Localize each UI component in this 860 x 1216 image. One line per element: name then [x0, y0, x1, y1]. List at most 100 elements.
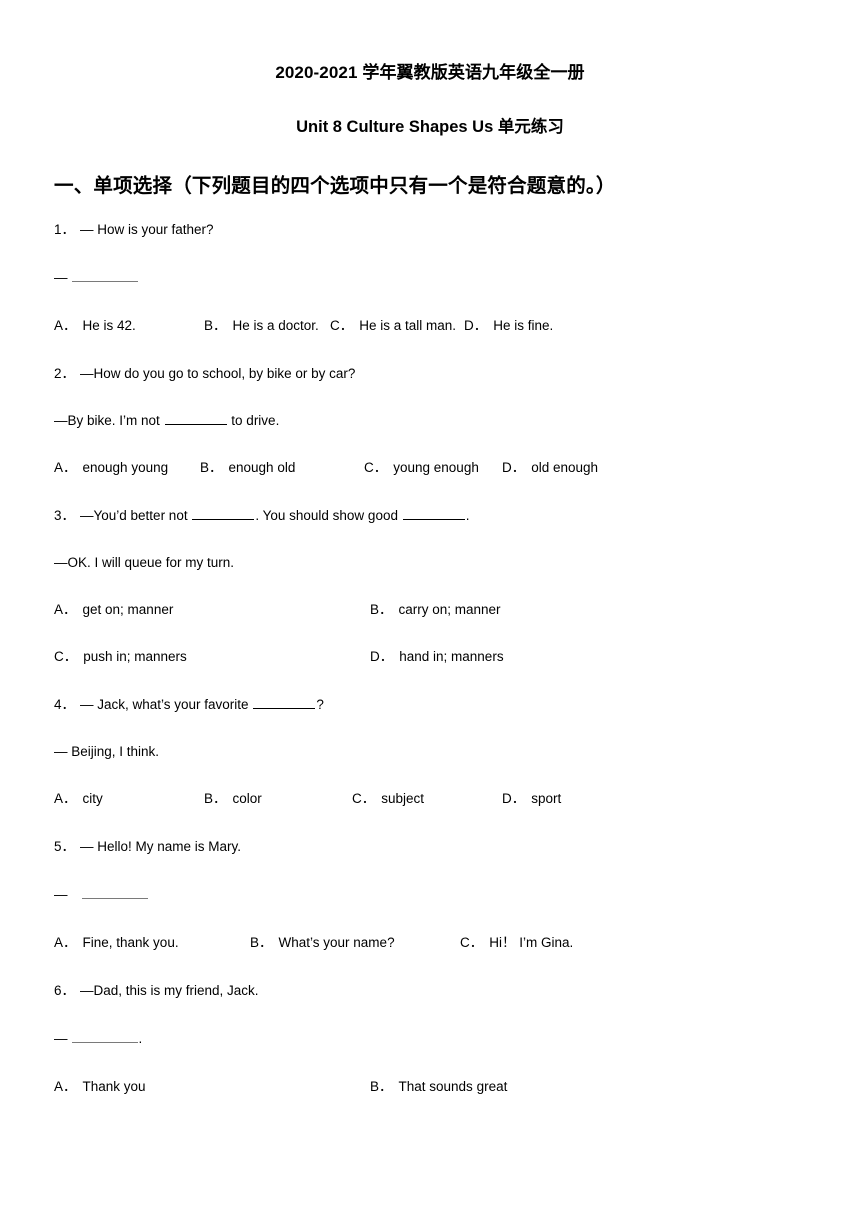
- question-2-option-c[interactable]: C． young enough: [364, 460, 479, 477]
- question-6-option-b[interactable]: B． That sounds great: [370, 1079, 507, 1096]
- question-3-number: 3．: [54, 507, 76, 523]
- option-letter: D．: [370, 648, 394, 664]
- question-3-reply-line: —OK. I will queue for my turn.: [54, 554, 235, 570]
- question-5-option-c[interactable]: C． Hi！ I’m Gina.: [460, 935, 573, 952]
- question-3: 3． —You’d better not . You should show go…: [52, 508, 808, 697]
- option-text: sport: [531, 790, 562, 806]
- question-2-blank[interactable]: [164, 423, 227, 425]
- question-3-blank-1[interactable]: [192, 518, 255, 520]
- option-text: young enough: [393, 459, 479, 475]
- option-letter: C．: [460, 934, 484, 950]
- question-3-stem-part1: —You’d better not: [80, 507, 192, 523]
- question-4: 4． — Jack, what’s your favorite ? — Beiji…: [52, 697, 808, 839]
- question-1-option-b[interactable]: B． He is a doctor.: [204, 318, 319, 335]
- option-letter: A．: [54, 601, 77, 617]
- question-4-stem-part2: ?: [316, 696, 324, 712]
- question-2: 2． —How do you go to school, by bike or b…: [52, 366, 808, 508]
- option-letter: C．: [364, 459, 388, 475]
- question-3-stem-part2: . You should show good: [255, 507, 402, 523]
- question-4-reply-line: — Beijing, I think.: [54, 743, 160, 759]
- question-1-stem-text: — How is your father?: [80, 221, 214, 237]
- question-5-option-b[interactable]: B． What’s your name?: [250, 935, 395, 952]
- question-1-option-c[interactable]: C． He is a tall man.: [330, 318, 456, 335]
- option-text: He is 42.: [82, 317, 136, 333]
- question-3-options-row-2: C． push in; manners D． hand in; manners: [52, 649, 808, 666]
- question-2-reply-line: —By bike. I’m not to drive.: [52, 413, 808, 430]
- question-3-options-row-1: A． get on; manner B． carry on; manner: [52, 602, 808, 619]
- question-1-options: A． He is 42. B． He is a doctor. C． He is a …: [52, 318, 808, 335]
- question-6-option-a[interactable]: A． Thank you: [54, 1079, 146, 1096]
- question-1-dash: —: [54, 269, 68, 285]
- option-text: push in; manners: [83, 648, 187, 664]
- option-letter: A．: [54, 790, 77, 806]
- document-page: 2020-2021 学年翼教版英语九年级全一册 Unit 8 Culture S…: [0, 0, 860, 1216]
- question-4-option-c[interactable]: C． subject: [352, 791, 424, 808]
- question-6-blank[interactable]: [71, 1041, 138, 1043]
- document-subtitle: Unit 8 Culture Shapes Us 单元练习: [296, 117, 564, 136]
- option-letter: A．: [54, 934, 77, 950]
- document-title: 2020-2021 学年翼教版英语九年级全一册: [275, 63, 585, 82]
- question-2-options: A． enough young B． enough old C． young enou…: [52, 460, 808, 477]
- option-letter: C．: [330, 317, 354, 333]
- question-4-options: A． city B． color C． subject D． sport: [52, 791, 808, 808]
- option-letter: D．: [502, 790, 526, 806]
- question-5-option-a[interactable]: A． Fine, thank you.: [54, 935, 179, 952]
- question-1-answer-line: —: [52, 270, 808, 287]
- question-3-stem: 3． —You’d better not . You should show go…: [52, 508, 808, 525]
- question-2-reply-after: to drive.: [227, 412, 280, 428]
- question-5-options: A． Fine, thank you. B． What’s your name? C…: [52, 935, 808, 952]
- question-1-number: 1．: [54, 221, 76, 237]
- option-letter: A．: [54, 1078, 77, 1094]
- question-3-option-b[interactable]: B． carry on; manner: [370, 602, 501, 619]
- question-3-blank-2[interactable]: [402, 518, 465, 520]
- question-5-stem: 5． — Hello! My name is Mary.: [52, 839, 808, 856]
- question-6: 6． —Dad, this is my friend, Jack. —. A． Th…: [52, 983, 808, 1096]
- question-1-option-a[interactable]: A． He is 42.: [54, 318, 136, 335]
- option-text: Fine, thank you.: [82, 934, 179, 950]
- question-2-option-a[interactable]: A． enough young: [54, 460, 168, 477]
- question-6-dash: —: [54, 1030, 68, 1046]
- question-6-stem-text: —Dad, this is my friend, Jack.: [80, 982, 259, 998]
- question-2-stem-text: —How do you go to school, by bike or by …: [80, 365, 356, 381]
- question-5-dash: —: [54, 886, 68, 902]
- question-3-option-d[interactable]: D． hand in; manners: [370, 649, 504, 666]
- question-4-blank[interactable]: [253, 707, 316, 709]
- question-5-answer-line: —: [52, 887, 808, 904]
- question-6-answer-line: —.: [52, 1031, 808, 1048]
- question-3-option-a[interactable]: A． get on; manner: [54, 602, 173, 619]
- option-text: carry on; manner: [398, 601, 501, 617]
- question-4-stem-part1: — Jack, what’s your favorite: [80, 696, 253, 712]
- option-text: city: [82, 790, 103, 806]
- question-1-blank[interactable]: [71, 280, 138, 282]
- option-text: get on; manner: [82, 601, 174, 617]
- question-2-option-b[interactable]: B． enough old: [200, 460, 295, 477]
- question-2-option-d[interactable]: D． old enough: [502, 460, 598, 477]
- option-letter: A．: [54, 459, 77, 475]
- option-letter: C．: [54, 648, 78, 664]
- option-text: color: [232, 790, 262, 806]
- question-6-stem: 6． —Dad, this is my friend, Jack.: [52, 983, 808, 1000]
- option-letter: C．: [352, 790, 376, 806]
- question-6-number: 6．: [54, 982, 76, 998]
- question-4-option-d[interactable]: D． sport: [502, 791, 561, 808]
- question-1-option-d[interactable]: D． He is fine.: [464, 318, 553, 335]
- option-letter: B．: [200, 459, 223, 475]
- option-text: Hi！ I’m Gina.: [489, 934, 574, 950]
- option-letter: B．: [370, 601, 393, 617]
- question-5: 5． — Hello! My name is Mary. — A． Fine, th…: [52, 839, 808, 983]
- option-text: Thank you: [82, 1078, 146, 1094]
- question-4-option-a[interactable]: A． city: [54, 791, 103, 808]
- question-4-option-b[interactable]: B． color: [204, 791, 262, 808]
- question-5-blank[interactable]: [81, 897, 148, 899]
- option-text: He is a doctor.: [232, 317, 319, 333]
- question-1-stem: 1． — How is your father?: [52, 222, 808, 239]
- section-heading: 一、单项选择（下列题目的四个选项中只有一个是符合题意的。）: [54, 176, 616, 198]
- option-text: He is a tall man.: [359, 317, 457, 333]
- question-3-option-c[interactable]: C． push in; manners: [54, 649, 187, 666]
- option-text: What’s your name?: [278, 934, 395, 950]
- question-2-stem: 2． —How do you go to school, by bike or b…: [52, 366, 808, 383]
- option-letter: B．: [250, 934, 273, 950]
- question-4-stem: 4． — Jack, what’s your favorite ?: [52, 697, 808, 714]
- questions-list: 1． — How is your father? — A． He is 42. B．…: [52, 200, 808, 1096]
- option-letter: D．: [502, 459, 526, 475]
